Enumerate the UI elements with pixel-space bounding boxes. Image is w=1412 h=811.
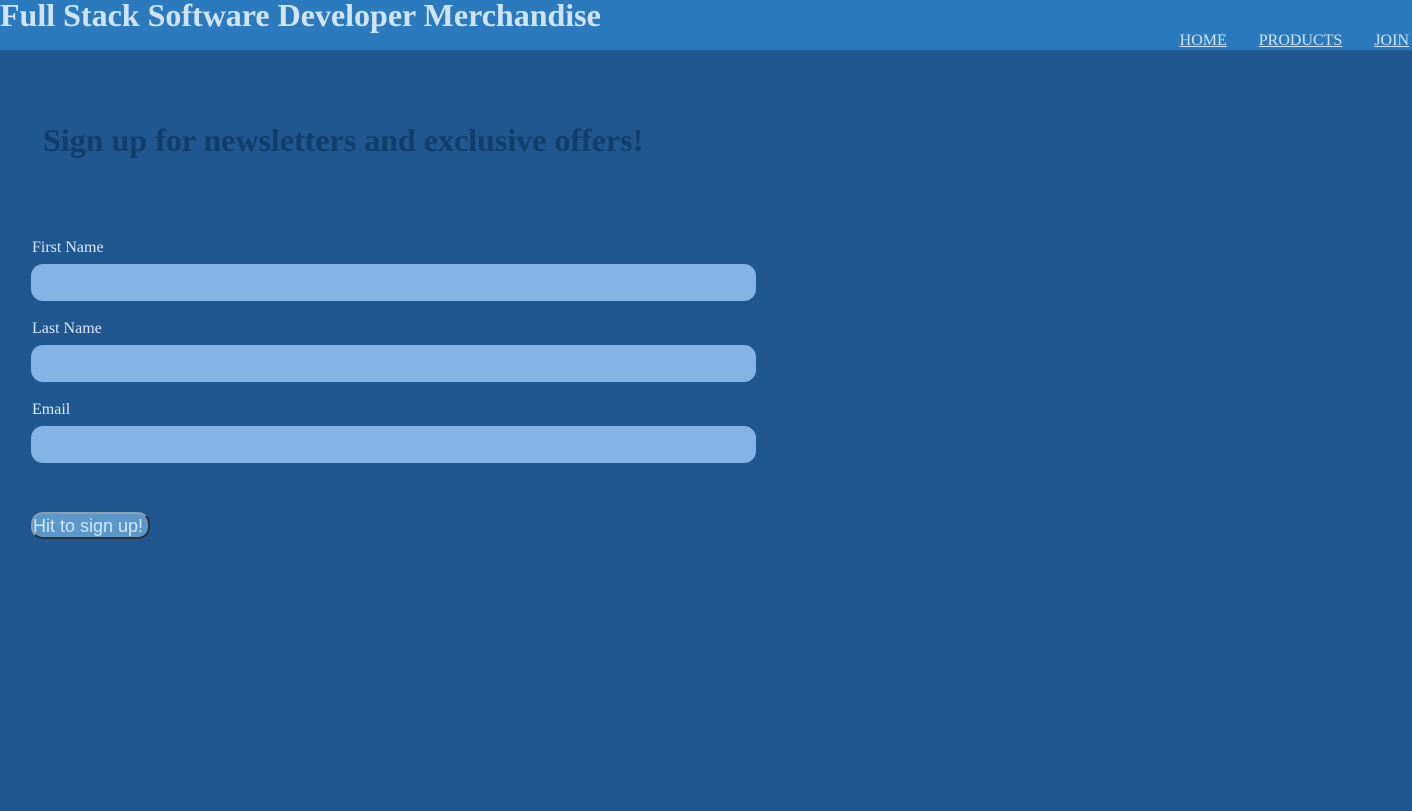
first-name-input[interactable] (31, 264, 756, 301)
signup-button[interactable]: Hit to sign up! (31, 512, 150, 539)
nav-link-join[interactable]: JOIN (1374, 32, 1409, 50)
email-input[interactable] (31, 426, 756, 463)
site-title: Full Stack Software Developer Merchandis… (0, 0, 601, 33)
site-header: Full Stack Software Developer Merchandis… (0, 0, 1412, 51)
nav-item-home: HOME (1180, 32, 1227, 50)
nav-item-products: PRODUCTS (1259, 32, 1343, 50)
last-name-label: Last Name (32, 320, 102, 337)
main-nav: HOME PRODUCTS JOIN (1180, 32, 1412, 50)
nav-link-home[interactable]: HOME (1180, 32, 1227, 50)
email-label: Email (32, 401, 71, 418)
nav-item-join: JOIN (1374, 32, 1412, 50)
nav-link-products[interactable]: PRODUCTS (1259, 32, 1343, 50)
last-name-input[interactable] (31, 345, 756, 382)
first-name-label: First Name (32, 239, 104, 256)
signup-heading: Sign up for newsletters and exclusive of… (43, 122, 644, 158)
